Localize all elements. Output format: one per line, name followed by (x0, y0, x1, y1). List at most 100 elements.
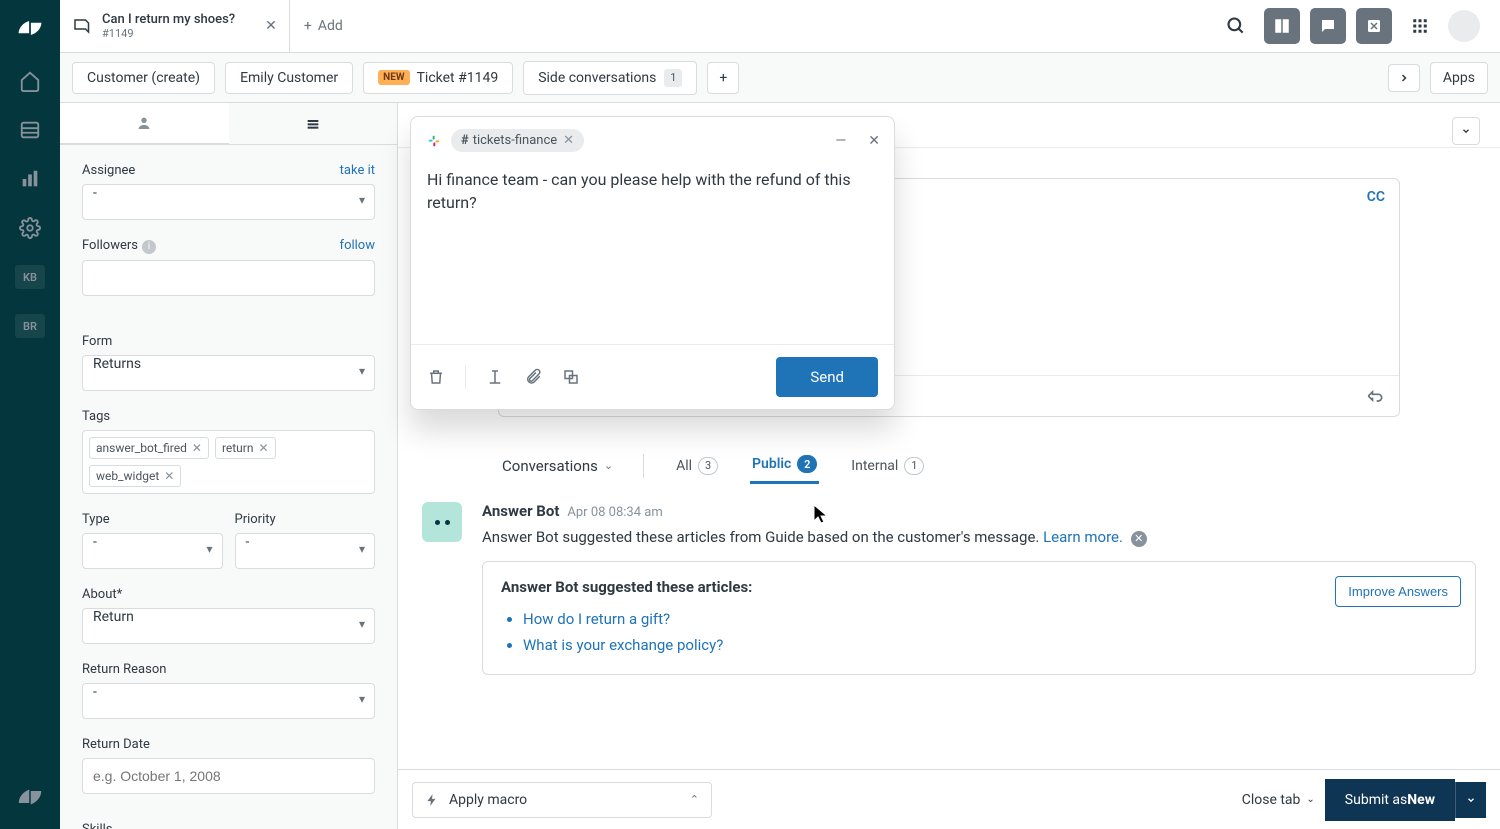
cc-link[interactable]: CC (1367, 189, 1385, 205)
attach-popup-icon[interactable] (524, 368, 542, 386)
tag-chip[interactable]: return✕ (215, 437, 276, 459)
form-select[interactable]: Returns (82, 355, 375, 391)
ticket-props-tab[interactable] (229, 103, 398, 144)
side-conversations-tab[interactable]: Side conversations 1 (523, 61, 697, 95)
search-icon[interactable] (1218, 8, 1254, 44)
remove-channel-icon[interactable]: ✕ (563, 133, 574, 148)
add-tab-button[interactable]: +Add (290, 0, 357, 52)
panel-icon[interactable] (1264, 8, 1300, 44)
follow-link[interactable]: follow (340, 238, 375, 253)
bottom-bar: Apply macro ⌃ Close tab⌄ Submit as New (398, 769, 1500, 829)
ticket-tab[interactable]: Can I return my shoes? #1149 ✕ (60, 0, 290, 52)
ticket-tab-pill[interactable]: NEW Ticket #1149 (363, 62, 513, 94)
add-side-conv-button[interactable]: + (707, 62, 739, 94)
customer-tab[interactable]: Customer (create) (72, 62, 215, 94)
comment-author: Answer Bot (482, 502, 559, 520)
top-header: Can I return my shoes? #1149 ✕ +Add (60, 0, 1500, 53)
learn-more-link[interactable]: Learn more. (1043, 528, 1123, 546)
skills-label: Skills (82, 822, 113, 829)
delete-icon[interactable] (427, 368, 445, 386)
tags-label: Tags (82, 409, 110, 424)
assignee-select[interactable]: - (82, 184, 375, 220)
br-shortcut[interactable]: BR (15, 314, 45, 338)
expand-right-icon[interactable] (1388, 64, 1420, 92)
form-label: Form (82, 334, 112, 349)
zendesk-logo[interactable] (14, 12, 46, 44)
side-conv-label: Side conversations (538, 70, 656, 86)
side-count-badge: 1 (664, 69, 682, 87)
tags-input[interactable]: answer_bot_fired✕ return✕ web_widget✕ (82, 430, 375, 494)
channel-chip[interactable]: # tickets-finance ✕ (451, 129, 584, 152)
filter-public[interactable]: Public 2 (750, 447, 819, 484)
improve-answers-button[interactable]: Improve Answers (1335, 576, 1461, 607)
ticket-tab-label: Ticket #1149 (417, 70, 499, 86)
views-icon[interactable] (18, 118, 42, 142)
remove-tag-icon[interactable]: ✕ (192, 441, 202, 455)
return-reason-label: Return Reason (82, 662, 166, 677)
close-popup-icon[interactable]: ✕ (868, 133, 880, 149)
take-it-link[interactable]: take it (340, 163, 375, 178)
user-tab[interactable]: Emily Customer (225, 62, 353, 94)
minimize-icon[interactable]: — (835, 133, 846, 149)
followers-input[interactable] (82, 260, 375, 296)
about-select[interactable]: Return (82, 608, 375, 644)
tab-sub: #1149 (102, 27, 235, 40)
secondary-tab-row: Customer (create) Emily Customer NEW Tic… (60, 53, 1500, 103)
about-label: About* (82, 587, 122, 602)
apply-macro-label: Apply macro (449, 792, 527, 808)
link-popup-icon[interactable] (562, 368, 580, 386)
conversation-filters: Conversations⌄ All3 Public 2 Internal 1 (398, 437, 1500, 484)
popup-textarea[interactable]: Hi finance team - can you please help wi… (411, 164, 894, 344)
close-tab-button[interactable]: Close tab⌄ (1232, 783, 1325, 817)
chat-icon[interactable] (1310, 8, 1346, 44)
type-select[interactable]: - (82, 533, 223, 569)
hash-icon: # (461, 133, 469, 148)
apps-grid-icon[interactable] (1402, 8, 1438, 44)
filter-internal-count: 1 (904, 457, 924, 475)
filter-public-label: Public (752, 456, 791, 472)
conversations-dropdown[interactable]: Conversations⌄ (502, 457, 613, 475)
submit-dropdown[interactable] (1455, 782, 1486, 818)
priority-label: Priority (235, 512, 276, 527)
filter-all-label: All (676, 458, 692, 474)
remove-tag-icon[interactable]: ✕ (259, 441, 269, 455)
reports-icon[interactable] (18, 167, 42, 191)
apps-button[interactable]: Apps (1430, 62, 1488, 94)
admin-gear-icon[interactable] (18, 216, 42, 240)
return-date-label: Return Date (82, 737, 150, 752)
return-date-input[interactable] (82, 758, 375, 794)
assignee-label: Assignee (82, 163, 135, 178)
text-format-popup-icon[interactable] (486, 368, 504, 386)
apply-macro-select[interactable]: Apply macro ⌃ (412, 782, 712, 818)
dismiss-icon[interactable]: ✕ (1131, 531, 1147, 547)
new-badge: NEW (378, 70, 409, 85)
user-context-tab[interactable] (60, 103, 229, 144)
type-label: Type (82, 512, 110, 527)
filter-internal[interactable]: Internal 1 (849, 449, 926, 483)
conversations-label: Conversations (502, 457, 598, 475)
remove-tag-icon[interactable]: ✕ (164, 469, 174, 483)
divider (643, 454, 644, 478)
suggestion-link[interactable]: What is your exchange policy? (523, 632, 1457, 658)
tag-chip[interactable]: web_widget✕ (89, 465, 181, 487)
avatar[interactable] (1448, 10, 1480, 42)
submit-button[interactable]: Submit as New (1325, 779, 1455, 821)
tag-chip[interactable]: answer_bot_fired✕ (89, 437, 209, 459)
talk-icon[interactable] (1356, 8, 1392, 44)
suggestion-link[interactable]: How do I return a gift? (523, 606, 1457, 632)
priority-select[interactable]: - (235, 533, 376, 569)
nav-rail: KB BR (0, 0, 60, 829)
filter-public-count: 2 (797, 455, 817, 473)
filter-internal-label: Internal (851, 458, 898, 474)
knowledge-capture-icon[interactable] (1365, 386, 1385, 406)
send-button[interactable]: Send (776, 357, 878, 397)
filter-all[interactable]: All3 (674, 449, 720, 483)
comment-text: Answer Bot suggested these articles from… (482, 528, 1039, 546)
ticket-icon (72, 17, 92, 35)
zendesk-bottom-icon[interactable] (18, 785, 42, 809)
expand-button[interactable] (1452, 117, 1480, 145)
home-icon[interactable] (18, 69, 42, 93)
close-icon[interactable]: ✕ (265, 18, 277, 34)
kb-shortcut[interactable]: KB (15, 265, 45, 289)
return-reason-select[interactable]: - (82, 683, 375, 719)
